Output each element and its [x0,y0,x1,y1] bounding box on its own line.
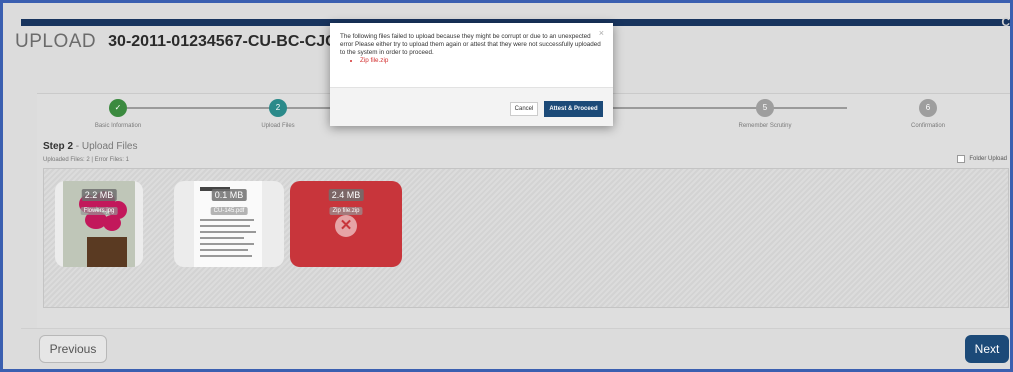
text-line [200,255,252,257]
step-1-label: Basic Information [94,123,142,129]
step-5-marker: 5 [756,99,774,117]
step-heading: Step 2 - Upload Files [43,141,137,152]
text-line [200,219,254,221]
folder-upload-label: Folder Upload [969,156,1007,162]
bottom-bar: Previous Next [21,328,1010,369]
previous-button[interactable]: Previous [39,335,107,363]
next-button[interactable]: Next [965,335,1009,363]
file-name-badge: CU-145.pdf [210,207,248,215]
text-line [200,243,254,245]
file-tile-pdf[interactable]: 0.1 MB CU-145.pdf [174,181,284,267]
step-1-done-icon: ✓ [109,99,127,117]
file-dropzone[interactable]: 2.2 MB Flowers.jpg 0.1 MB CU-145.pdf 2.4… [43,168,1009,308]
app-frame: C UPLOAD 30-2011-01234567-CU-BC-CJC ? ✓ … [0,0,1013,372]
text-line [200,231,256,233]
upload-panel: ✓ Basic Information 2 Upload Files 3 4 5… [37,93,1010,328]
step-2-label: Upload Files [261,123,295,129]
cancel-button[interactable]: Cancel [510,102,538,116]
page-title: UPLOAD 30-2011-01234567-CU-BC-CJC ? [15,31,363,53]
dialog-footer: Cancel Attest & Proceed [330,87,613,126]
step-5-label: Remember Scrutiny [738,123,792,129]
flower-shape [103,215,121,231]
file-tile-image[interactable]: 2.2 MB Flowers.jpg [55,181,143,267]
request-id: 30-2011-01234567-CU-BC-CJC [108,33,337,50]
upload-counts: Uploaded Files: 2 | Error Files: 1 [43,157,129,163]
file-size-badge: 0.1 MB [211,189,247,201]
dialog-body: × The following files failed to upload b… [330,23,613,87]
page-title-label: UPLOAD [15,31,97,52]
text-line [200,237,244,239]
file-size-badge: 2.4 MB [328,189,364,201]
close-icon[interactable]: × [599,29,604,38]
step-6-marker: 6 [919,99,937,117]
upload-error-dialog: × The following files failed to upload b… [330,23,613,126]
failed-files-list: Zip file.zip [340,57,603,65]
step-number: Step 2 [43,141,74,152]
folder-upload-checkbox[interactable] [957,155,966,163]
step-6-label: Confirmation [910,123,945,129]
dialog-message: The following files failed to upload bec… [340,33,601,56]
remove-file-icon[interactable]: ✕ [335,215,357,237]
text-line [200,249,248,251]
step-name: - Upload Files [73,141,138,152]
failed-file-item: Zip file.zip [360,57,603,65]
file-size-badge: 2.2 MB [81,189,117,201]
file-name-badge: Flowers.jpg [80,207,118,215]
text-line [200,225,250,227]
table-shape [87,237,127,267]
folder-upload-option[interactable]: Folder Upload [957,155,1007,163]
attest-proceed-button[interactable]: Attest & Proceed [544,101,603,117]
step-2-marker: 2 [269,99,287,117]
file-tile-error[interactable]: 2.4 MB Zip file.zip ✕ [290,181,402,267]
file-name-badge: Zip file.zip [329,207,363,215]
